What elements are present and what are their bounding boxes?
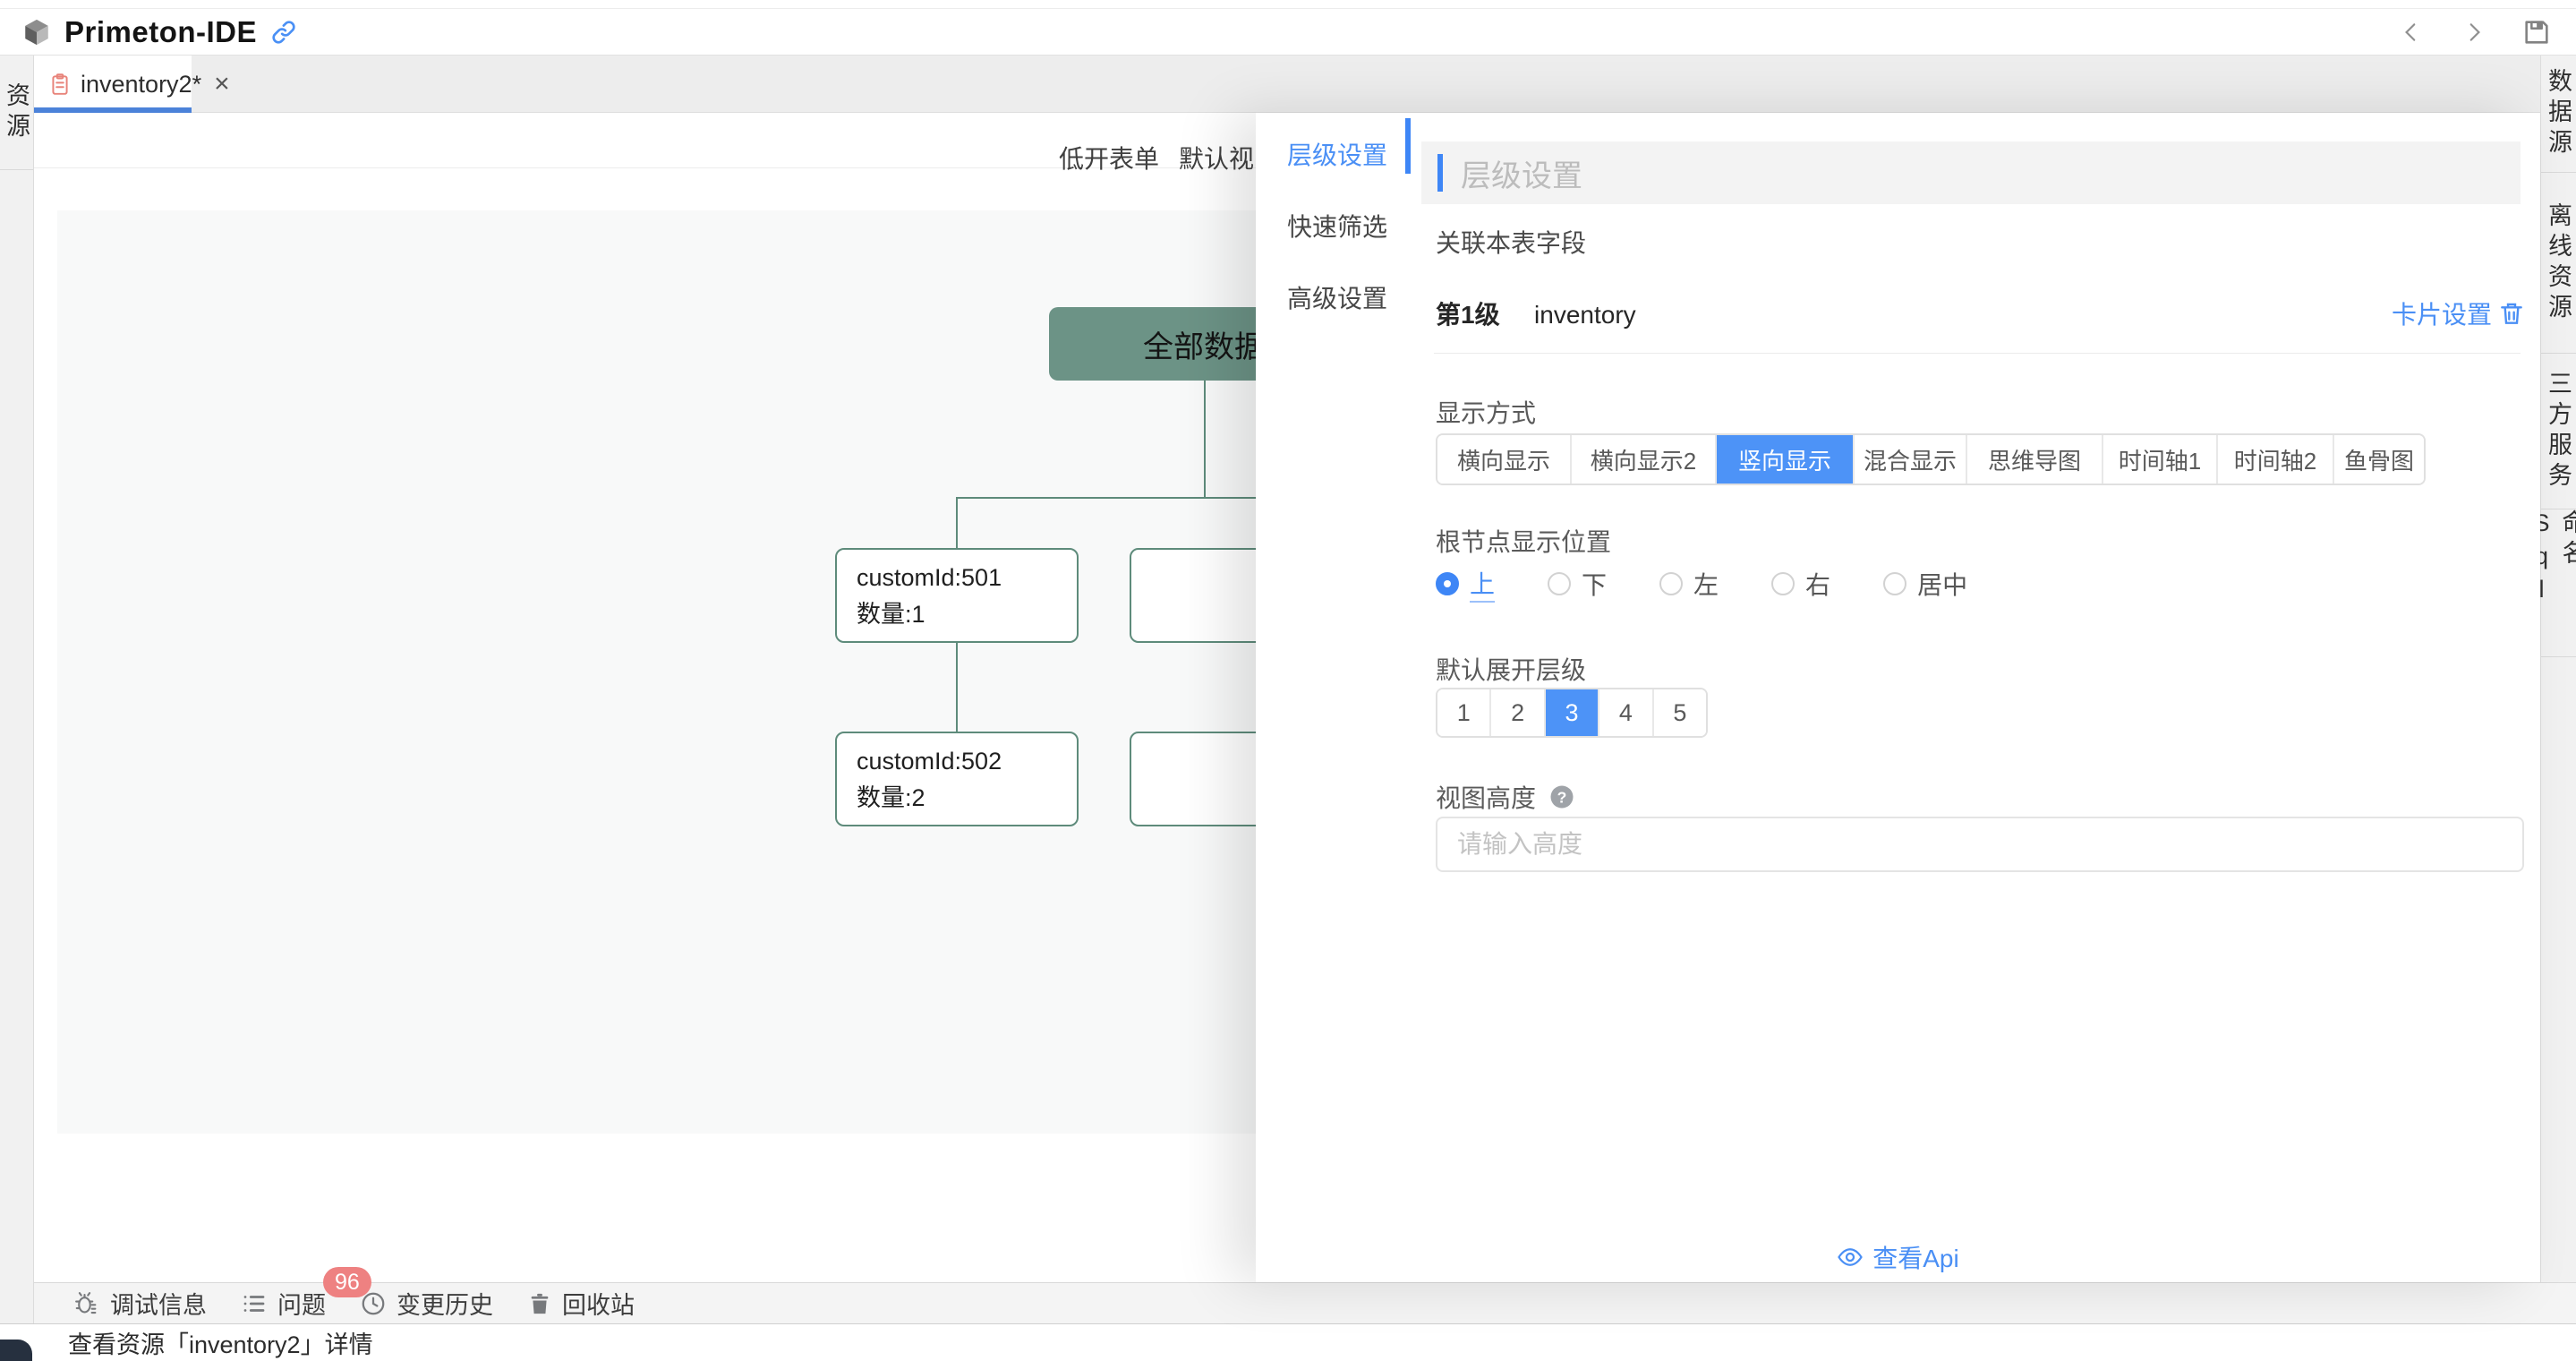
tab-close-icon[interactable]: × bbox=[214, 72, 230, 97]
settings-drawer: 层级设置 快速筛选 高级设置 层级设置 关联本表字段 第1级 inventory… bbox=[1256, 113, 2540, 1282]
eye-icon bbox=[1837, 1244, 1864, 1271]
svg-text:?: ? bbox=[1557, 788, 1567, 806]
node-501-id: customId:501 bbox=[857, 560, 1077, 596]
view-api-label: 查看Api bbox=[1872, 1239, 1958, 1275]
drawer-tab-hierarchy-settings[interactable]: 层级设置 bbox=[1287, 136, 1403, 175]
related-fields-label: 关联本表字段 bbox=[1436, 224, 1586, 260]
connector-drop-left bbox=[956, 497, 958, 549]
list-icon bbox=[241, 1290, 268, 1317]
level-number: 第1级 bbox=[1436, 301, 1500, 329]
radio-dot bbox=[1548, 572, 1571, 595]
display-option-timeline1[interactable]: 时间轴1 bbox=[2103, 435, 2218, 484]
window-top-strip bbox=[0, 0, 2576, 9]
view-api-link[interactable]: 查看Api bbox=[1256, 1239, 2540, 1275]
toolbar-lowcode-form-button[interactable]: 低开表单 bbox=[1059, 140, 1159, 175]
bottom-toolbar: 调试信息 问题 96 变更历史 bbox=[34, 1282, 2576, 1323]
level-row: 第1级 inventory 卡片设置 bbox=[1436, 297, 2521, 333]
divider bbox=[1434, 353, 2521, 354]
sidebar-item-thirdparty-services[interactable]: 三方服务 bbox=[2541, 354, 2576, 509]
problems-button[interactable]: 问题 96 bbox=[241, 1283, 326, 1324]
nav-back-icon[interactable] bbox=[2393, 14, 2429, 50]
root-position-radio-group: 上 下 左 右 居中 bbox=[1436, 568, 1967, 600]
drawer-tab-quick-filter[interactable]: 快速筛选 bbox=[1287, 208, 1403, 247]
left-rail: 资源 bbox=[0, 56, 34, 1323]
connector-horizontal bbox=[956, 497, 1298, 499]
display-option-timeline2[interactable]: 时间轴2 bbox=[2218, 435, 2334, 484]
tab-inventory2[interactable]: inventory2* × bbox=[34, 56, 192, 113]
help-icon[interactable]: ? bbox=[1548, 783, 1575, 810]
radio-top[interactable]: 上 bbox=[1436, 568, 1495, 600]
node-502-id: customId:502 bbox=[857, 743, 1077, 780]
delete-level-icon[interactable] bbox=[2497, 299, 2526, 328]
nav-forward-icon[interactable] bbox=[2456, 14, 2492, 50]
radio-dot bbox=[1883, 572, 1906, 595]
node-502-qty: 数量:2 bbox=[857, 780, 1077, 817]
app-header: Primeton-IDE bbox=[0, 9, 2576, 56]
title-accent-bar bbox=[1437, 154, 1443, 192]
expand-level-label: 默认展开层级 bbox=[1436, 651, 1586, 687]
pane-title: 层级设置 bbox=[1461, 151, 1582, 195]
root-position-label: 根节点显示位置 bbox=[1436, 523, 1611, 559]
display-option-horizontal2[interactable]: 横向显示2 bbox=[1572, 435, 1717, 484]
display-mode-label: 显示方式 bbox=[1436, 394, 1536, 430]
expand-level-3[interactable]: 3 bbox=[1546, 689, 1599, 736]
radio-dot bbox=[1436, 572, 1459, 595]
sidebar-item-resources[interactable]: 资源 bbox=[0, 56, 33, 170]
radio-center[interactable]: 居中 bbox=[1883, 568, 1967, 600]
display-option-mixed[interactable]: 混合显示 bbox=[1855, 435, 1967, 484]
document-icon bbox=[48, 73, 72, 96]
display-mode-segmented-control: 横向显示 横向显示2 竖向显示 混合显示 思维导图 时间轴1 时间轴2 鱼骨图 bbox=[1436, 433, 2426, 485]
expand-level-segmented-control: 1 2 3 4 5 bbox=[1436, 688, 1708, 738]
app-logo-icon bbox=[21, 17, 52, 47]
display-option-fishbone[interactable]: 鱼骨图 bbox=[2334, 435, 2424, 484]
status-bar: 查看资源「inventory2」详情 bbox=[0, 1323, 2576, 1361]
tab-bar: inventory2* × bbox=[34, 56, 2540, 113]
recycle-bin-button[interactable]: 回收站 bbox=[527, 1283, 635, 1324]
expand-level-4[interactable]: 4 bbox=[1599, 689, 1653, 736]
root-node-label: 全部数据 bbox=[1143, 322, 1265, 366]
radio-left[interactable]: 左 bbox=[1659, 568, 1719, 600]
connector-501-502 bbox=[956, 643, 958, 732]
debug-bug-icon bbox=[73, 1290, 100, 1317]
expand-level-5[interactable]: 5 bbox=[1654, 689, 1706, 736]
save-icon[interactable] bbox=[2519, 14, 2555, 50]
radio-bottom[interactable]: 下 bbox=[1548, 568, 1607, 600]
radio-right[interactable]: 右 bbox=[1771, 568, 1830, 600]
tree-node-501[interactable]: customId:501 数量:1 bbox=[835, 548, 1079, 643]
link-icon[interactable] bbox=[269, 18, 298, 47]
view-height-input[interactable] bbox=[1436, 817, 2524, 872]
sidebar-item-datasource[interactable]: 数据源 bbox=[2541, 56, 2576, 173]
view-height-label: 视图高度 bbox=[1436, 779, 1536, 815]
app-title: Primeton-IDE bbox=[64, 15, 257, 49]
right-rail: 数据源 离线资源 三方服务 命名Sql bbox=[2540, 56, 2576, 1323]
status-text: 查看资源「inventory2」详情 bbox=[68, 1325, 373, 1360]
corner-overlay bbox=[0, 1340, 32, 1361]
display-option-horizontal[interactable]: 横向显示 bbox=[1437, 435, 1572, 484]
tab-label: inventory2* bbox=[81, 71, 201, 98]
debug-info-button[interactable]: 调试信息 bbox=[73, 1283, 207, 1324]
clock-icon bbox=[360, 1290, 387, 1317]
drawer-tab-advanced-settings[interactable]: 高级设置 bbox=[1287, 279, 1403, 319]
display-option-vertical[interactable]: 竖向显示 bbox=[1717, 435, 1855, 484]
drawer-active-indicator bbox=[1405, 118, 1411, 174]
expand-level-2[interactable]: 2 bbox=[1491, 689, 1545, 736]
connector-root-down bbox=[1204, 381, 1206, 497]
view-height-row: 视图高度 ? bbox=[1436, 779, 1575, 815]
expand-level-1[interactable]: 1 bbox=[1437, 689, 1491, 736]
level-field-name: inventory bbox=[1534, 301, 1636, 329]
change-history-button[interactable]: 变更历史 bbox=[360, 1283, 493, 1324]
sidebar-item-named-sql[interactable]: 命名Sql bbox=[2541, 509, 2576, 657]
radio-dot bbox=[1771, 572, 1795, 595]
sidebar-item-offline-resources[interactable]: 离线资源 bbox=[2541, 173, 2576, 354]
node-501-qty: 数量:1 bbox=[857, 596, 1077, 633]
trash-icon bbox=[527, 1291, 552, 1316]
pane-header: 层级设置 bbox=[1421, 141, 2521, 204]
tree-node-502[interactable]: customId:502 数量:2 bbox=[835, 732, 1079, 826]
display-option-mindmap[interactable]: 思维导图 bbox=[1967, 435, 2103, 484]
card-settings-link[interactable]: 卡片设置 bbox=[2392, 297, 2492, 333]
radio-dot bbox=[1659, 572, 1683, 595]
